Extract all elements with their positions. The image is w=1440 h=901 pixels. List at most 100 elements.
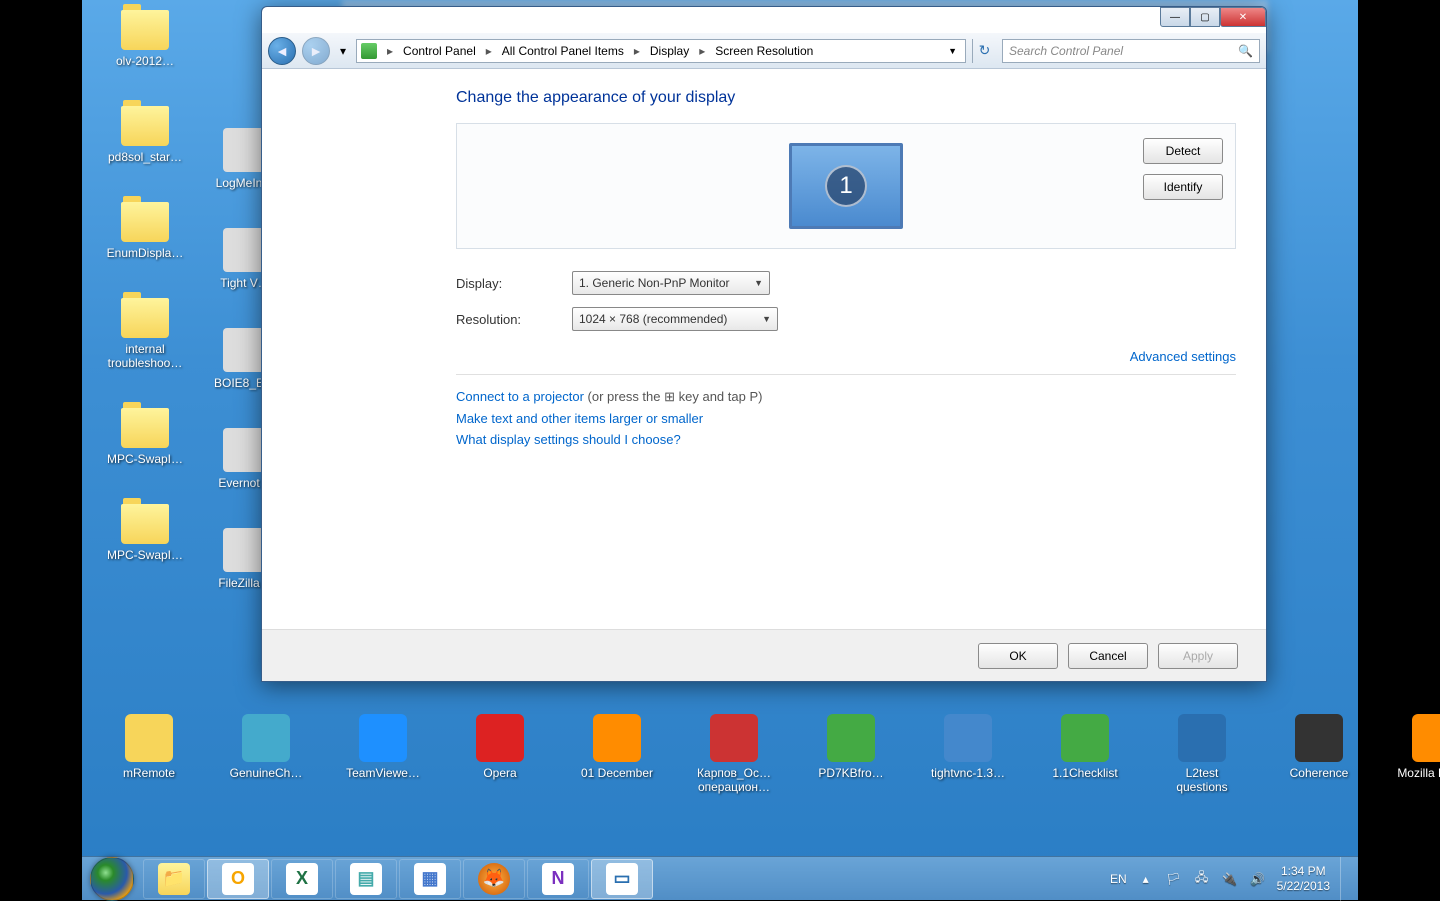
ok-button[interactable]: OK	[978, 643, 1058, 669]
desktop-icon-label: EnumDispla…	[107, 246, 184, 260]
desktop-icon-label: MPC-SwapI…	[107, 548, 183, 562]
desktop-icon-label: TeamViewe…	[346, 766, 420, 780]
desktop-icon[interactable]: Opera	[461, 714, 539, 794]
app-icon	[242, 714, 290, 762]
desktop-icon-label: internal troubleshoo…	[100, 342, 190, 370]
start-button[interactable]	[90, 857, 134, 901]
breadcrumb[interactable]: ▸ Control Panel ▸ All Control Panel Item…	[356, 39, 966, 63]
desktop-icon[interactable]: MPC-SwapI…	[100, 504, 190, 562]
display-label: Display:	[456, 276, 572, 291]
chevron-right-icon: ▸	[630, 44, 644, 58]
make-text-larger-link[interactable]: Make text and other items larger or smal…	[456, 411, 703, 426]
minimize-button[interactable]: —	[1160, 7, 1190, 27]
forward-button[interactable]: ►	[302, 37, 330, 65]
breadcrumb-item[interactable]: Display	[646, 42, 693, 60]
desktop-icon-label: MPC-SwapI…	[107, 452, 183, 466]
tray-power-icon[interactable]: 🔌	[1221, 870, 1239, 888]
task-firefox[interactable]: 🦊	[463, 859, 525, 899]
maximize-button[interactable]: ▢	[1190, 7, 1220, 27]
folder-icon	[121, 202, 169, 242]
desktop-icon[interactable]: tightvnc-1.3…	[929, 714, 1007, 794]
nav-history-dropdown[interactable]: ▾	[336, 41, 350, 61]
breadcrumb-item[interactable]: All Control Panel Items	[498, 42, 628, 60]
task-calc[interactable]: ▦	[399, 859, 461, 899]
tray-chevron-icon[interactable]: ▴	[1137, 870, 1155, 888]
chevron-right-icon: ▸	[695, 44, 709, 58]
separator	[456, 374, 1236, 375]
desktop-icon[interactable]: Mozilla Firefox	[1397, 714, 1440, 794]
app-icon	[944, 714, 992, 762]
desktop-icon[interactable]: 01 December	[578, 714, 656, 794]
what-settings-link[interactable]: What display settings should I choose?	[456, 432, 681, 447]
control-panel-icon	[361, 43, 377, 59]
desktop-icon[interactable]: L2test questions	[1163, 714, 1241, 794]
app-icon	[1412, 714, 1440, 762]
connect-projector-hint: (or press the ⊞ key and tap P)	[588, 389, 763, 404]
app-icon	[710, 714, 758, 762]
monitor-thumbnail[interactable]: 1	[789, 143, 903, 229]
apply-button[interactable]: Apply	[1158, 643, 1238, 669]
desktop-icon[interactable]: Coherence	[1280, 714, 1358, 794]
app-icon	[476, 714, 524, 762]
back-button[interactable]: ◄	[268, 37, 296, 65]
desktop-icon[interactable]: internal troubleshoo…	[100, 298, 190, 370]
folder-icon	[121, 298, 169, 338]
desktop-icon[interactable]: olv-2012…	[100, 10, 190, 68]
desktop-icon[interactable]: mRemote	[110, 714, 188, 794]
detect-button[interactable]: Detect	[1143, 138, 1223, 164]
app-icon	[359, 714, 407, 762]
task-excel[interactable]: X	[271, 859, 333, 899]
app-icon	[1295, 714, 1343, 762]
desktop-icon[interactable]: pd8sol_star…	[100, 106, 190, 164]
tray-network-icon[interactable]: 🖧	[1193, 870, 1211, 888]
show-desktop-button[interactable]	[1340, 857, 1350, 901]
task-explorer[interactable]: 📁	[143, 859, 205, 899]
task-onenote[interactable]: N	[527, 859, 589, 899]
tray-flag-icon[interactable]: 🏳	[1165, 870, 1183, 888]
desktop-icon[interactable]: MPC-SwapI…	[100, 408, 190, 466]
desktop-icon[interactable]: TeamViewe…	[344, 714, 422, 794]
desktop-icon[interactable]: GenuineCh…	[227, 714, 305, 794]
search-input[interactable]: Search Control Panel 🔍	[1002, 39, 1260, 63]
chevron-down-icon[interactable]: ▼	[948, 46, 957, 56]
desktop-icon[interactable]: 1.1Checklist	[1046, 714, 1124, 794]
breadcrumb-item[interactable]: Control Panel	[399, 42, 480, 60]
refresh-button[interactable]: ↻	[972, 39, 996, 63]
desktop-icon-label: 1.1Checklist	[1052, 766, 1117, 780]
desktop-icon[interactable]: PD7KBfro…	[812, 714, 890, 794]
folder-icon	[121, 408, 169, 448]
dialog-button-bar: OK Cancel Apply	[262, 629, 1266, 681]
task-control-panel[interactable]: ▭	[591, 859, 653, 899]
task-notepad[interactable]: ▤	[335, 859, 397, 899]
folder-icon	[121, 10, 169, 50]
clock-time: 1:34 PM	[1277, 864, 1330, 878]
desktop-icon-label: Coherence	[1290, 766, 1349, 780]
resolution-label: Resolution:	[456, 312, 572, 327]
desktop-icon-label: olv-2012…	[116, 54, 174, 68]
search-icon[interactable]: 🔍	[1238, 44, 1253, 58]
desktop-icon-label: tightvnc-1.3…	[931, 766, 1005, 780]
advanced-settings-link[interactable]: Advanced settings	[1130, 349, 1236, 364]
explorer-navbar: ◄ ► ▾ ▸ Control Panel ▸ All Control Pane…	[262, 33, 1266, 69]
app-icon	[593, 714, 641, 762]
screen-resolution-window: — ▢ ✕ ◄ ► ▾ ▸ Control Panel ▸ All Contro…	[261, 6, 1267, 682]
chevron-right-icon: ▸	[482, 44, 496, 58]
connect-projector-link[interactable]: Connect to a projector	[456, 389, 584, 404]
clock[interactable]: 1:34 PM 5/22/2013	[1277, 864, 1330, 893]
task-outlook[interactable]: O	[207, 859, 269, 899]
language-indicator[interactable]: EN	[1110, 872, 1127, 886]
desktop-icon[interactable]: Карпов_Ос… операцион…	[695, 714, 773, 794]
desktop-icon-label: Mozilla Firefox	[1397, 766, 1440, 780]
cancel-button[interactable]: Cancel	[1068, 643, 1148, 669]
app-icon	[125, 714, 173, 762]
taskbar: 📁 O X ▤ ▦ 🦊 N ▭ EN ▴ 🏳 🖧 🔌 🔊 1:34 PM 5/2…	[82, 856, 1358, 900]
page-title: Change the appearance of your display	[456, 89, 1236, 107]
tray-volume-icon[interactable]: 🔊	[1249, 870, 1267, 888]
identify-button[interactable]: Identify	[1143, 174, 1223, 200]
resolution-dropdown[interactable]: 1024 × 768 (recommended)	[572, 307, 778, 331]
breadcrumb-item[interactable]: Screen Resolution	[711, 42, 817, 60]
desktop-icon[interactable]: EnumDispla…	[100, 202, 190, 260]
app-icon	[1178, 714, 1226, 762]
close-button[interactable]: ✕	[1220, 7, 1266, 27]
display-dropdown[interactable]: 1. Generic Non-PnP Monitor	[572, 271, 770, 295]
